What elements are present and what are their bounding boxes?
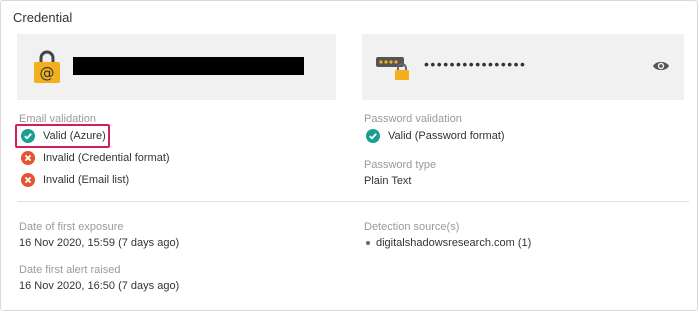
email-validation-item: Invalid (Credential format) [21,151,170,165]
email-validation-item: Invalid (Email list) [21,173,129,187]
first-exposure-label: Date of first exposure [19,221,124,233]
email-validation-text: Invalid (Credential format) [43,152,170,164]
password-type-value: Plain Text [364,175,412,187]
bullet-icon [366,241,370,245]
first-alert-label: Date first alert raised [19,264,121,276]
email-lock-icon: @ [29,49,65,90]
email-validation-item: Valid (Azure) [21,129,106,143]
eye-icon[interactable] [652,59,670,78]
masked-password: •••••••••••••••• [424,56,527,72]
email-validation-text: Valid (Azure) [43,130,106,142]
check-circle-icon [21,129,35,143]
first-exposure-value: 16 Nov 2020, 15:59 (7 days ago) [19,237,180,249]
detection-source-label: Detection source(s) [364,221,460,233]
password-validation-item: Valid (Password format) [366,129,505,143]
password-type-label: Password type [364,159,437,171]
x-circle-icon [21,151,35,165]
detection-source-text: digitalshadowsresearch.com (1) [376,237,532,249]
password-card: •••••••••••••••• [362,34,684,100]
password-validation-label: Password validation [364,113,462,125]
credential-panel: Credential @ •••••••••••••••• Email vali… [0,0,698,311]
x-circle-icon [21,173,35,187]
email-card: @ [17,34,336,100]
detection-source-item: digitalshadowsresearch.com (1) [364,237,531,249]
check-circle-icon [366,129,380,143]
redacted-email [73,57,304,75]
password-validation-text: Valid (Password format) [388,130,505,142]
panel-title: Credential [13,10,73,25]
first-alert-value: 16 Nov 2020, 16:50 (7 days ago) [19,280,180,292]
password-lock-icon [376,55,410,86]
email-validation-text: Invalid (Email list) [43,174,130,186]
section-divider [17,201,689,202]
svg-text:@: @ [40,64,55,82]
